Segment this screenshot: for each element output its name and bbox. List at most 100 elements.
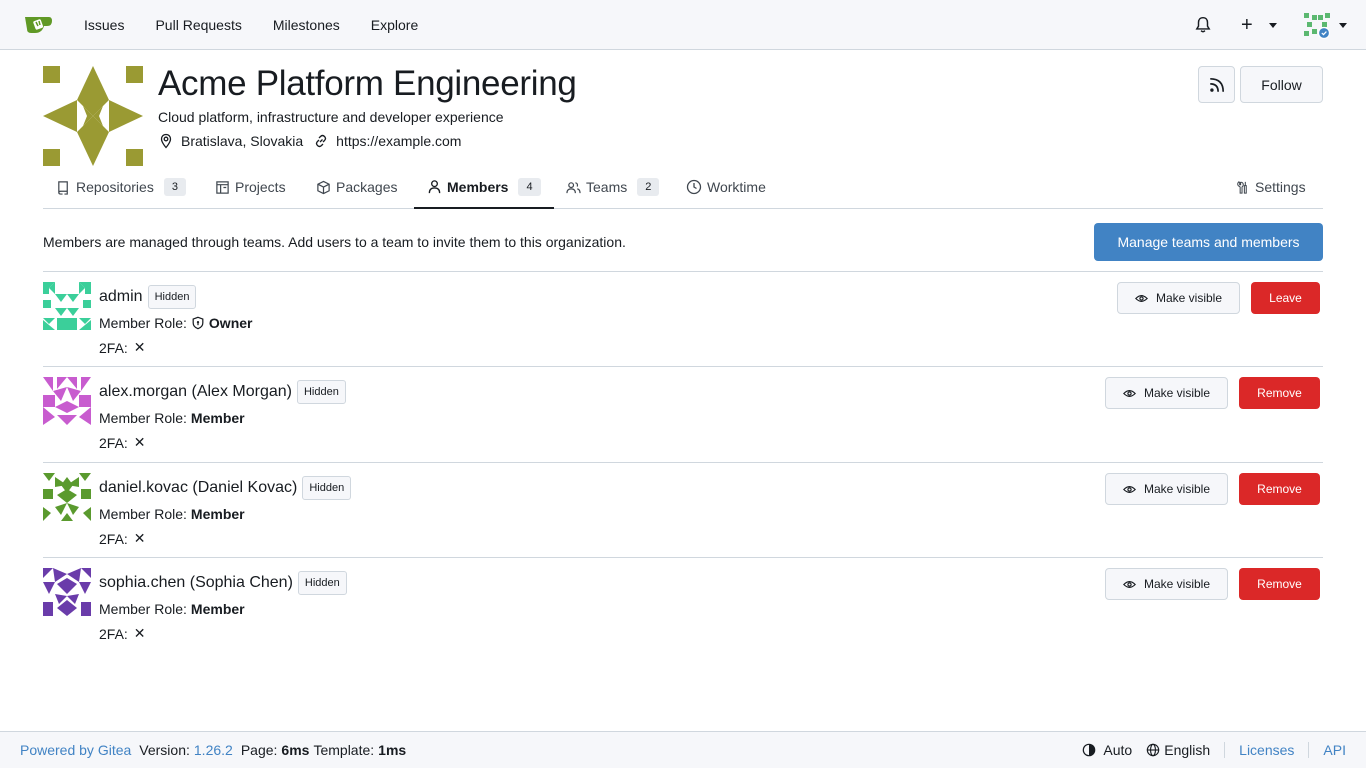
shield-icon xyxy=(192,316,204,330)
nav-pull-requests[interactable]: Pull Requests xyxy=(155,17,241,33)
tab-teams[interactable]: Teams 2 xyxy=(566,166,660,208)
package-icon xyxy=(317,180,330,194)
footer-divider xyxy=(1224,742,1226,758)
make-visible-button[interactable]: Make visible xyxy=(1105,473,1228,505)
rss-icon xyxy=(1209,77,1224,92)
member-avatar[interactable] xyxy=(43,473,91,521)
hidden-badge: Hidden xyxy=(297,571,347,595)
tab-projects[interactable]: Projects xyxy=(215,166,286,208)
x-icon: ✕ xyxy=(133,625,146,641)
member-name[interactable]: admin Hidden xyxy=(99,285,197,309)
member-2fa-label: 2FA: xyxy=(99,625,128,642)
gitea-logo-icon[interactable] xyxy=(23,12,53,36)
api-link[interactable]: API xyxy=(1323,742,1346,758)
powered-by-link[interactable]: Powered by Gitea xyxy=(20,742,131,758)
page-time-label: Page: xyxy=(240,742,278,758)
member-role-label: Member Role: xyxy=(99,315,187,331)
version-link[interactable]: 1.26.2 xyxy=(194,742,233,758)
user-chevron-down-icon[interactable] xyxy=(1339,23,1347,28)
eye-icon xyxy=(1134,294,1148,302)
member-row-admin: admin Hidden Member Role: Owner 2FA: ✕ M… xyxy=(43,271,1323,366)
rss-feed-button[interactable] xyxy=(1198,66,1235,103)
clock-icon xyxy=(686,179,702,195)
project-icon xyxy=(216,180,229,194)
member-avatar[interactable] xyxy=(43,282,91,330)
tab-worktime-label: Worktime xyxy=(707,179,766,195)
make-visible-button[interactable]: Make visible xyxy=(1105,568,1228,600)
member-2fa-label: 2FA: xyxy=(99,434,128,451)
make-visible-button[interactable]: Make visible xyxy=(1105,377,1228,409)
tab-members[interactable]: Members 4 xyxy=(414,166,554,209)
user-avatar[interactable] xyxy=(1304,13,1330,39)
member-2fa: 2FA: ✕ xyxy=(99,625,146,642)
member-username[interactable]: sophia.chen (Sophia Chen) xyxy=(99,574,293,592)
tab-teams-count: 2 xyxy=(637,178,660,196)
x-icon: ✕ xyxy=(133,434,146,450)
leave-button[interactable]: Leave xyxy=(1251,282,1320,314)
member-role-value: Owner xyxy=(208,315,253,331)
tab-repositories[interactable]: Repositories 3 xyxy=(56,166,186,208)
member-2fa-label: 2FA: xyxy=(99,339,128,356)
link-icon xyxy=(316,134,327,148)
eye-icon xyxy=(1122,485,1136,493)
tab-settings[interactable]: Settings xyxy=(1235,166,1306,208)
hidden-badge: Hidden xyxy=(302,476,352,500)
member-2fa: 2FA: ✕ xyxy=(99,530,146,547)
tab-teams-label: Teams xyxy=(586,179,628,195)
x-icon: ✕ xyxy=(133,530,146,546)
language-selector[interactable]: English xyxy=(1164,742,1210,758)
member-role-label: Member Role: xyxy=(99,410,187,426)
create-chevron-down-icon[interactable] xyxy=(1269,23,1277,28)
tab-repositories-label: Repositories xyxy=(76,179,154,195)
theme-icon xyxy=(1083,743,1096,757)
top-navbar: Issues Pull Requests Milestones Explore … xyxy=(0,0,1366,50)
member-username[interactable]: daniel.kovac (Daniel Kovac) xyxy=(99,479,297,497)
member-2fa: 2FA: ✕ xyxy=(99,434,146,451)
member-role: Member Role: Member xyxy=(99,601,245,617)
member-name[interactable]: alex.morgan (Alex Morgan) Hidden xyxy=(99,380,346,404)
member-avatar[interactable] xyxy=(43,568,91,616)
follow-button[interactable]: Follow xyxy=(1240,66,1323,103)
tab-packages-label: Packages xyxy=(336,179,398,195)
member-row-sophia-chen: sophia.chen (Sophia Chen) Hidden Member … xyxy=(43,557,1323,652)
member-avatar[interactable] xyxy=(43,377,91,425)
org-title: Acme Platform Engineering xyxy=(158,64,577,103)
member-name[interactable]: daniel.kovac (Daniel Kovac) Hidden xyxy=(99,476,352,500)
bell-icon[interactable] xyxy=(1194,16,1212,34)
org-website-link[interactable]: https://example.com xyxy=(336,133,461,149)
nav-issues[interactable]: Issues xyxy=(84,17,124,33)
member-role-label: Member Role: xyxy=(99,506,187,522)
remove-button[interactable]: Remove xyxy=(1239,473,1320,505)
create-new-icon[interactable]: + xyxy=(1241,15,1253,35)
remove-button[interactable]: Remove xyxy=(1239,568,1320,600)
member-role: Member Role: Owner xyxy=(99,315,253,331)
member-username[interactable]: alex.morgan (Alex Morgan) xyxy=(99,383,292,401)
manage-teams-button[interactable]: Manage teams and members xyxy=(1094,223,1323,261)
member-username[interactable]: admin xyxy=(99,288,143,306)
org-description: Cloud platform, infrastructure and devel… xyxy=(158,109,504,125)
member-role-label: Member Role: xyxy=(99,601,187,617)
page-footer: Powered by Gitea Version: 1.26.2 Page: 6… xyxy=(0,731,1366,768)
people-icon xyxy=(566,181,581,193)
nav-explore[interactable]: Explore xyxy=(371,17,418,33)
member-row-daniel-kovac: daniel.kovac (Daniel Kovac) Hidden Membe… xyxy=(43,462,1323,557)
licenses-link[interactable]: Licenses xyxy=(1239,742,1294,758)
tab-packages[interactable]: Packages xyxy=(316,166,397,208)
repo-icon xyxy=(58,180,68,195)
theme-selector[interactable]: Auto xyxy=(1103,742,1132,758)
make-visible-label: Make visible xyxy=(1143,577,1211,591)
remove-button[interactable]: Remove xyxy=(1239,377,1320,409)
make-visible-button[interactable]: Make visible xyxy=(1117,282,1240,314)
eye-icon xyxy=(1122,580,1136,588)
tab-worktime[interactable]: Worktime xyxy=(686,166,766,208)
make-visible-label: Make visible xyxy=(1143,386,1211,400)
members-info-text: Members are managed through teams. Add u… xyxy=(43,234,626,250)
tab-members-label: Members xyxy=(447,178,509,195)
nav-milestones[interactable]: Milestones xyxy=(273,17,340,33)
template-time: 1ms xyxy=(378,742,407,758)
member-name[interactable]: sophia.chen (Sophia Chen) Hidden xyxy=(99,571,347,595)
tab-repositories-count: 3 xyxy=(163,178,186,196)
location-pin-icon xyxy=(160,133,172,149)
org-avatar xyxy=(43,66,143,166)
tab-projects-label: Projects xyxy=(235,179,286,195)
